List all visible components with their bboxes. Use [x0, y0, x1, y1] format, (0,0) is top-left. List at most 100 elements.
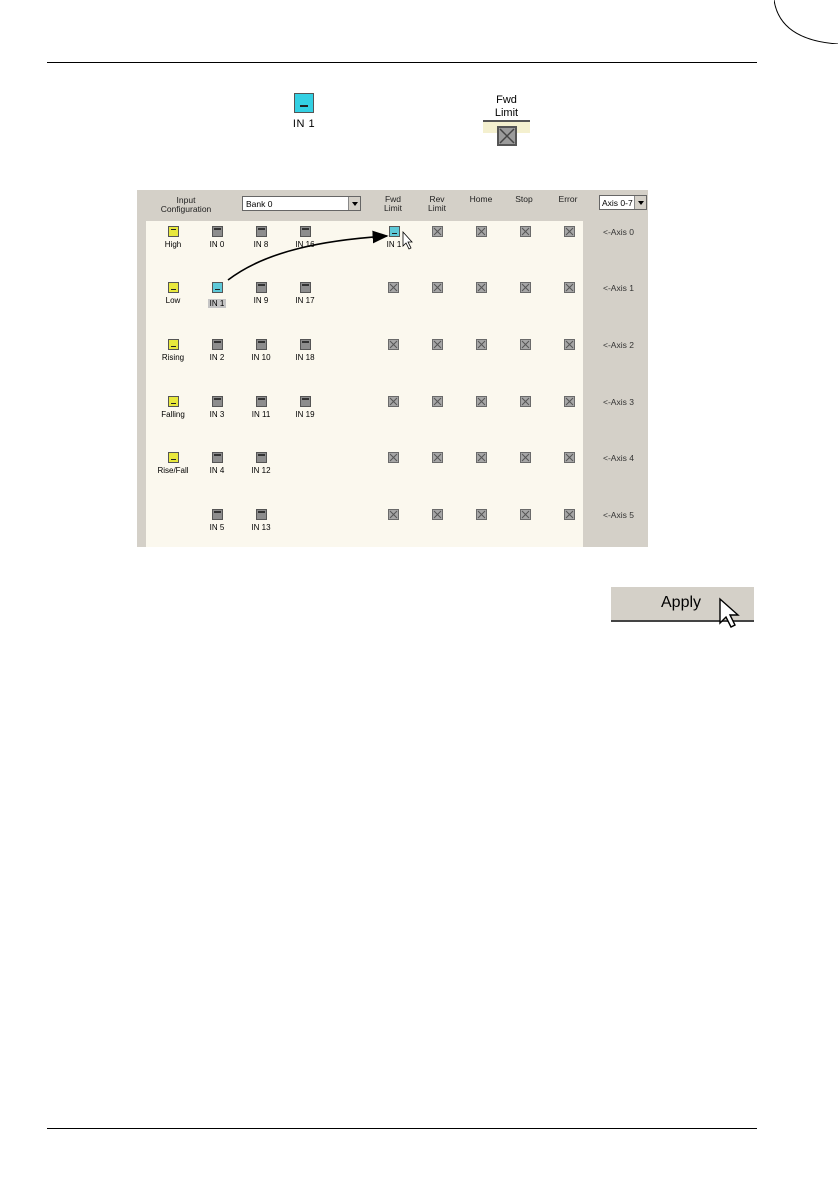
assignment-checkbox[interactable]: [432, 339, 443, 350]
assignment-checkbox[interactable]: [476, 339, 487, 350]
assignment-checkbox[interactable]: [520, 509, 531, 520]
chevron-down-icon[interactable]: [348, 197, 360, 210]
x-mark-icon: [565, 510, 574, 519]
assignment-checkbox[interactable]: [388, 396, 399, 407]
apply-button-label: Apply: [661, 594, 702, 611]
config-type-4[interactable]: Rise/Fall: [153, 452, 193, 475]
assignment-checkbox[interactable]: [388, 282, 399, 293]
x-mark-icon: [477, 510, 486, 519]
axis-row-label: <-Axis 0: [603, 227, 634, 237]
in1-callout-label: IN 1: [292, 118, 316, 130]
input-item[interactable]: IN 13: [241, 509, 281, 532]
input-icon: [255, 282, 267, 293]
input-item[interactable]: IN 8: [241, 226, 281, 249]
assignment-checkbox[interactable]: [520, 396, 531, 407]
input-icon: [167, 339, 179, 350]
input-icon: [299, 396, 311, 407]
assignment-checkbox[interactable]: [520, 452, 531, 463]
assignment-checkbox[interactable]: [564, 509, 575, 520]
input-item[interactable]: IN 10: [241, 339, 281, 362]
assignment-checkbox[interactable]: [564, 396, 575, 407]
input-item[interactable]: IN 1: [197, 282, 237, 311]
assignment-checkbox[interactable]: [388, 509, 399, 520]
config-type-3[interactable]: Falling: [153, 396, 193, 419]
cell-label: IN 5: [209, 523, 225, 532]
input-item[interactable]: IN 17: [285, 282, 325, 305]
assignment-checkbox[interactable]: [564, 282, 575, 293]
chevron-down-icon[interactable]: [634, 196, 646, 209]
x-mark-icon: [565, 397, 574, 406]
input-item[interactable]: IN 0: [197, 226, 237, 249]
assignment-checkbox[interactable]: [432, 509, 443, 520]
x-mark-icon: [389, 510, 398, 519]
x-mark-icon: [433, 283, 442, 292]
apply-button[interactable]: Apply: [611, 586, 754, 628]
assignment-checkbox[interactable]: [432, 396, 443, 407]
x-mark-icon: [389, 283, 398, 292]
input-item[interactable]: IN 5: [197, 509, 237, 532]
callout-divider: [483, 120, 530, 122]
assigned-fwd-limit-axis0[interactable]: IN 1: [374, 226, 414, 249]
assignment-checkbox[interactable]: [476, 226, 487, 237]
assignment-checkbox[interactable]: [520, 339, 531, 350]
input-item[interactable]: IN 19: [285, 396, 325, 419]
header-line: Limit: [384, 203, 402, 213]
input-icon: [211, 396, 223, 407]
assignment-checkbox[interactable]: [564, 339, 575, 350]
assignment-checkbox[interactable]: [388, 339, 399, 350]
cell-label: Falling: [161, 410, 185, 419]
input-icon: [294, 93, 314, 113]
x-mark-icon: [433, 227, 442, 236]
fwd-limit-callout-label: Fwd Limit: [483, 93, 530, 120]
input-item[interactable]: IN 2: [197, 339, 237, 362]
cell-label: IN 13: [251, 523, 271, 532]
input-icon: [255, 452, 267, 463]
input-item[interactable]: IN 4: [197, 452, 237, 475]
input-icon: [167, 282, 179, 293]
input-item[interactable]: IN 9: [241, 282, 281, 305]
config-type-0[interactable]: High: [153, 226, 193, 249]
cell-label: IN 19: [295, 410, 315, 419]
cell-label: IN 12: [251, 466, 271, 475]
config-type-1[interactable]: Low: [153, 282, 193, 305]
assignment-checkbox[interactable]: [564, 452, 575, 463]
input-item[interactable]: IN 3: [197, 396, 237, 419]
axis-label-strip: [583, 221, 648, 547]
cursor-icon: [719, 597, 740, 628]
input-icon: [299, 282, 311, 293]
axis-select-value: Axis 0-7: [602, 198, 633, 208]
bank-select[interactable]: Bank 0: [242, 196, 361, 211]
input-item[interactable]: IN 16: [285, 226, 325, 249]
assignment-checkbox[interactable]: [564, 226, 575, 237]
input-item[interactable]: IN 11: [241, 396, 281, 419]
input-configuration-header: Input Configuration: [147, 196, 225, 214]
input-icon: [211, 509, 223, 520]
assignment-checkbox[interactable]: [476, 282, 487, 293]
assignment-checkbox[interactable]: [432, 452, 443, 463]
assignment-checkbox[interactable]: [388, 452, 399, 463]
cell-label: IN 10: [251, 353, 271, 362]
x-mark-icon: [389, 453, 398, 462]
x-mark-icon: [521, 340, 530, 349]
assignment-checkbox[interactable]: [476, 452, 487, 463]
cell-label: High: [164, 240, 182, 249]
x-mark-icon: [498, 128, 515, 144]
header-line: Error: [558, 194, 578, 204]
input-item[interactable]: IN 18: [285, 339, 325, 362]
x-mark-icon: [521, 227, 530, 236]
input-icon: [211, 452, 223, 463]
config-type-2[interactable]: Rising: [153, 339, 193, 362]
x-mark-icon: [565, 453, 574, 462]
cell-label: IN 1: [386, 240, 402, 249]
axis-range-select[interactable]: Axis 0-7: [599, 195, 647, 210]
assignment-checkbox[interactable]: [520, 282, 531, 293]
assignment-checkbox[interactable]: [432, 282, 443, 293]
assignment-checkbox[interactable]: [432, 226, 443, 237]
input-item[interactable]: IN 12: [241, 452, 281, 475]
assignment-checkbox[interactable]: [476, 509, 487, 520]
x-mark-icon: [433, 510, 442, 519]
input-icon: [167, 396, 179, 407]
x-mark-icon: [521, 283, 530, 292]
assignment-checkbox[interactable]: [520, 226, 531, 237]
assignment-checkbox[interactable]: [476, 396, 487, 407]
